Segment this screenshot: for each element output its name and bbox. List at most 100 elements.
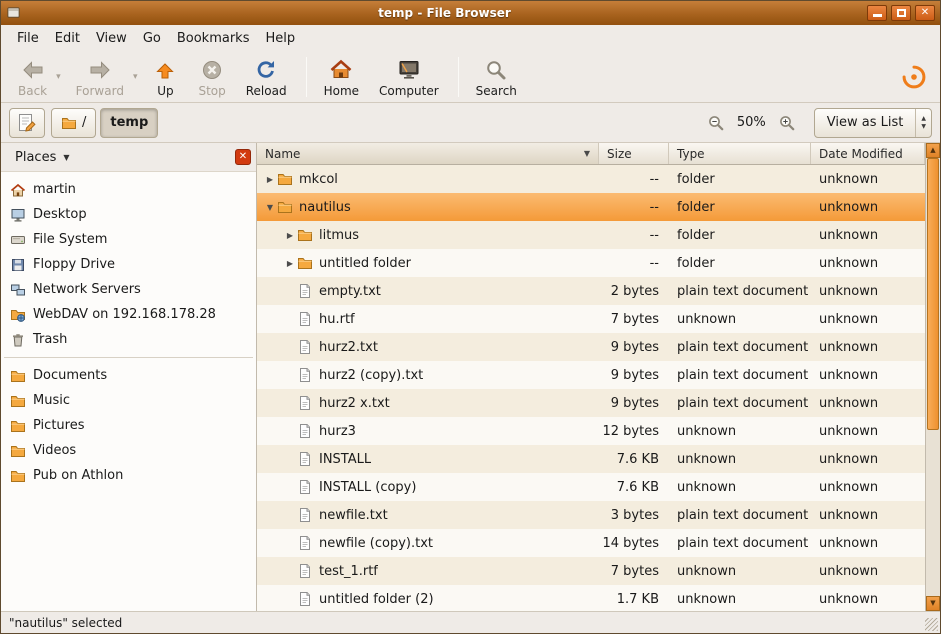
menu-help[interactable]: Help xyxy=(257,27,303,50)
chevron-down-icon: ▼ xyxy=(63,153,69,162)
location-bar: /temp 50% View as List ▲▼ xyxy=(1,103,940,143)
file-row[interactable]: newfile (copy).txt14 bytesplain text doc… xyxy=(257,529,925,557)
sidebar-item-desktop[interactable]: Desktop xyxy=(1,202,256,227)
sidebar-item-documents[interactable]: Documents xyxy=(1,363,256,388)
file-row[interactable]: ▶mkcol--folderunknown xyxy=(257,165,925,193)
places-selector[interactable]: Places ▼ xyxy=(6,147,79,168)
sidebar-item-label: File System xyxy=(33,232,107,247)
zoom-in-button[interactable] xyxy=(774,110,800,136)
column-header-label: Type xyxy=(677,147,705,161)
sidebar-item-videos[interactable]: Videos xyxy=(1,438,256,463)
file-row[interactable]: hurz2 (copy).txt9 bytesplain text docume… xyxy=(257,361,925,389)
file-row[interactable]: untitled folder (2)1.7 KBunknownunknown xyxy=(257,585,925,611)
file-row[interactable]: ▶untitled folder--folderunknown xyxy=(257,249,925,277)
column-header-label: Name xyxy=(265,147,300,161)
menu-view[interactable]: View xyxy=(88,27,135,50)
sidebar-item-martin[interactable]: martin xyxy=(1,177,256,202)
file-icon xyxy=(297,367,313,383)
notes-icon xyxy=(16,112,38,134)
zoom-out-button[interactable] xyxy=(703,110,729,136)
folder-icon xyxy=(10,368,26,384)
file-row[interactable]: ▼nautilus--folderunknown xyxy=(257,193,925,221)
search-button[interactable]: Search xyxy=(467,55,526,99)
scrollbar-trough[interactable] xyxy=(926,158,940,596)
file-date: unknown xyxy=(811,424,925,439)
file-name-cell: ▶untitled folder xyxy=(257,255,599,271)
file-size: -- xyxy=(599,228,669,243)
expander-collapsed-icon[interactable]: ▶ xyxy=(283,259,297,268)
sidebar-item-file-system[interactable]: File System xyxy=(1,227,256,252)
file-row[interactable]: INSTALL7.6 KBunknownunknown xyxy=(257,445,925,473)
up-button[interactable]: Up xyxy=(143,55,187,99)
file-row[interactable]: hurz2 x.txt9 bytesplain text documentunk… xyxy=(257,389,925,417)
toolbar-button-label: Forward xyxy=(76,84,124,98)
sidebar-item-pictures[interactable]: Pictures xyxy=(1,413,256,438)
file-date: unknown xyxy=(811,284,925,299)
column-header-date-modified[interactable]: Date Modified xyxy=(811,143,925,164)
folder-icon xyxy=(277,171,293,187)
scrollbar-thumb[interactable] xyxy=(927,158,939,430)
file-row[interactable]: empty.txt2 bytesplain text documentunkno… xyxy=(257,277,925,305)
file-row[interactable]: test_1.rtf7 bytesunknownunknown xyxy=(257,557,925,585)
toolbar-separator xyxy=(306,57,307,97)
menu-go[interactable]: Go xyxy=(135,27,169,50)
reload-icon xyxy=(254,57,278,83)
stop-button: Stop xyxy=(189,55,234,99)
file-size: 9 bytes xyxy=(599,368,669,383)
file-row[interactable]: hurz2.txt9 bytesplain text documentunkno… xyxy=(257,333,925,361)
file-row[interactable]: hurz312 bytesunknownunknown xyxy=(257,417,925,445)
column-header-type[interactable]: Type xyxy=(669,143,811,164)
column-header-name[interactable]: Name ▼ xyxy=(257,143,599,164)
file-name: hurz2 (copy).txt xyxy=(319,368,423,383)
sort-indicator-icon: ▼ xyxy=(578,149,590,158)
file-browser-window: temp - File Browser ✕ FileEditViewGoBook… xyxy=(0,0,941,634)
sidebar-item-network-servers[interactable]: Network Servers xyxy=(1,277,256,302)
location-toggle-button[interactable] xyxy=(9,108,45,138)
home-button[interactable]: Home xyxy=(315,55,368,99)
sidebar-item-webdav-on-192-168-178-28[interactable]: WebDAV on 192.168.178.28 xyxy=(1,302,256,327)
scrollbar-up-button[interactable]: ▲ xyxy=(926,143,940,158)
file-date: unknown xyxy=(811,200,925,215)
close-button[interactable]: ✕ xyxy=(915,5,935,21)
expander-collapsed-icon[interactable]: ▶ xyxy=(283,231,297,240)
menu-edit[interactable]: Edit xyxy=(47,27,88,50)
expander-expanded-icon[interactable]: ▼ xyxy=(263,203,277,212)
file-type: folder xyxy=(669,172,811,187)
column-header-size[interactable]: Size xyxy=(599,143,669,164)
sidebar-item-pub-on-athlon[interactable]: Pub on Athlon xyxy=(1,463,256,488)
file-date: unknown xyxy=(811,592,925,607)
file-row[interactable]: hu.rtf7 bytesunknownunknown xyxy=(257,305,925,333)
file-type: unknown xyxy=(669,424,811,439)
file-date: unknown xyxy=(811,480,925,495)
expander-collapsed-icon[interactable]: ▶ xyxy=(263,175,277,184)
sidebar-item-music[interactable]: Music xyxy=(1,388,256,413)
sidebar-item-floppy-drive[interactable]: Floppy Drive xyxy=(1,252,256,277)
titlebar[interactable]: temp - File Browser ✕ xyxy=(1,1,940,25)
file-name-cell: hurz2 (copy).txt xyxy=(257,367,599,383)
resize-grip-icon[interactable] xyxy=(925,618,938,631)
reload-button[interactable]: Reload xyxy=(237,55,296,99)
menu-file[interactable]: File xyxy=(9,27,47,50)
vertical-scrollbar[interactable]: ▲ ▼ xyxy=(925,143,940,611)
file-size: 7.6 KB xyxy=(599,480,669,495)
maximize-button[interactable] xyxy=(891,5,911,21)
file-row[interactable]: ▶litmus--folderunknown xyxy=(257,221,925,249)
minimize-button[interactable] xyxy=(867,5,887,21)
computer-button[interactable]: Computer xyxy=(370,55,448,99)
file-name: hurz3 xyxy=(319,424,356,439)
sidebar-item-trash[interactable]: Trash xyxy=(1,327,256,352)
scrollbar-down-button[interactable]: ▼ xyxy=(926,596,940,611)
view-mode-selector[interactable]: View as List ▲▼ xyxy=(814,108,932,138)
file-row[interactable]: newfile.txt3 bytesplain text documentunk… xyxy=(257,501,925,529)
sidebar-close-button[interactable]: ✕ xyxy=(235,149,251,165)
floppy-icon xyxy=(10,257,26,273)
toolbar-button-label: Home xyxy=(324,84,359,98)
menu-bookmarks[interactable]: Bookmarks xyxy=(169,27,258,50)
path-button-temp[interactable]: temp xyxy=(100,108,158,138)
file-row[interactable]: INSTALL (copy)7.6 KBunknownunknown xyxy=(257,473,925,501)
file-icon xyxy=(297,507,313,523)
file-name: newfile (copy).txt xyxy=(319,536,433,551)
filesystem-icon xyxy=(10,232,26,248)
folder-icon xyxy=(297,255,313,271)
path-button-root[interactable]: / xyxy=(51,108,96,138)
